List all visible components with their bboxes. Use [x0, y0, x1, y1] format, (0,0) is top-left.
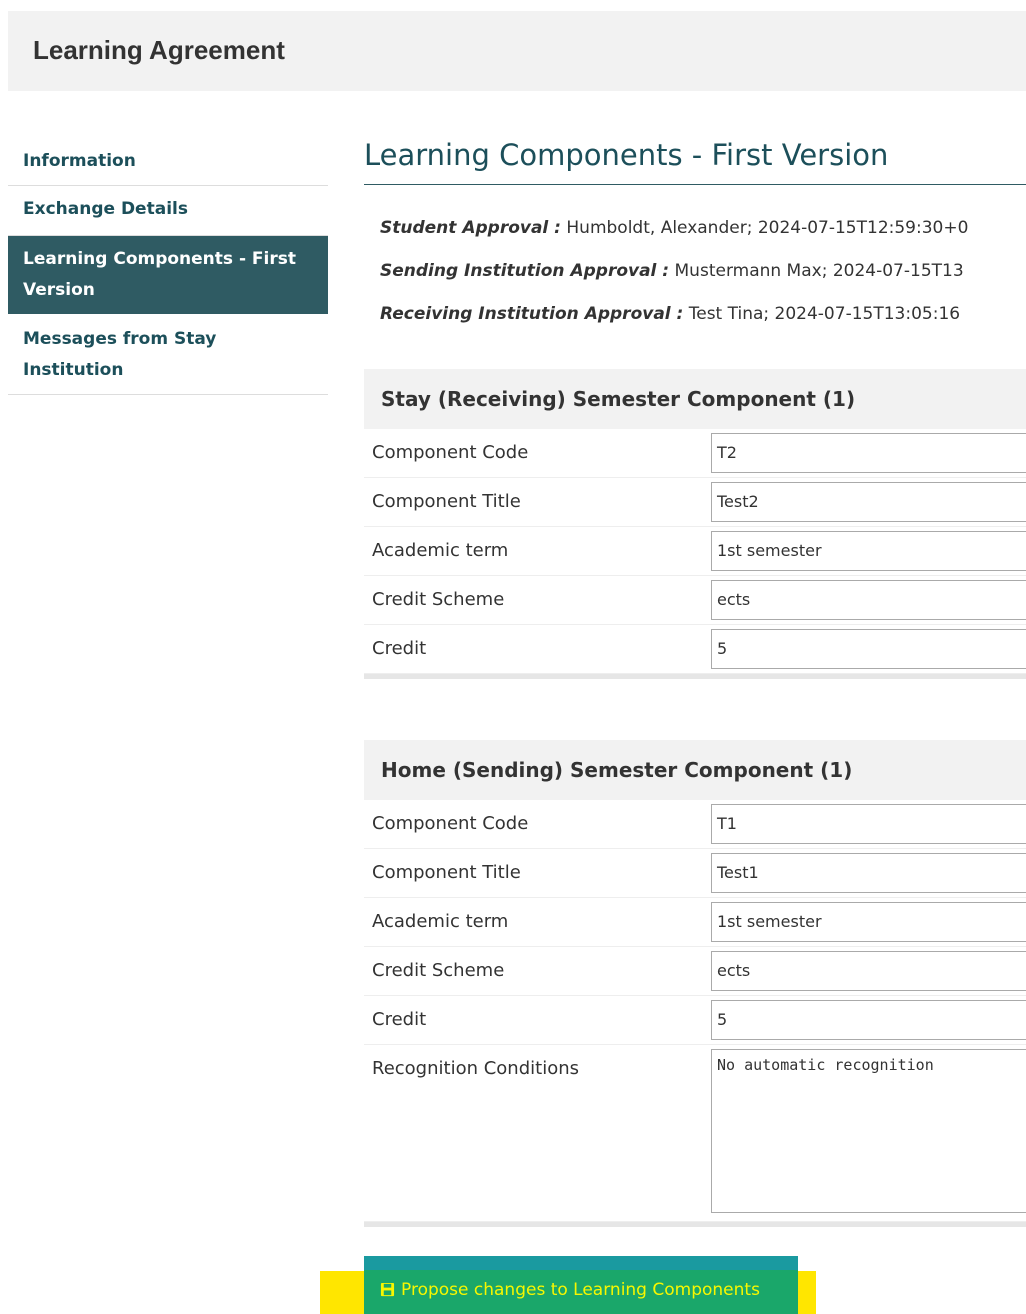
- approval-value: Humboldt, Alexander; 2024-07-15T12:59:30…: [566, 218, 969, 238]
- section-title: Learning Components - First Version: [364, 130, 1026, 185]
- table-row: Credit 5: [364, 996, 1026, 1045]
- field-label: Academic term: [372, 540, 509, 561]
- learning-agreement-page: Learning Agreement Information Exchange …: [0, 0, 1026, 1314]
- approval-label: Student Approval :: [380, 218, 561, 238]
- credit-field[interactable]: 5: [711, 1000, 1026, 1040]
- field-label: Credit Scheme: [372, 589, 505, 610]
- sidebar-item-learning-components[interactable]: Learning Components - First Version: [8, 236, 328, 314]
- sidebar-item-messages[interactable]: Messages from Stay Institution: [8, 314, 328, 395]
- component-code-field[interactable]: T1: [711, 804, 1026, 844]
- panel-heading: Stay (Receiving) Semester Component (1): [364, 369, 1026, 429]
- field-label: Component Title: [372, 491, 521, 512]
- panel-heading: Home (Sending) Semester Component (1): [364, 740, 1026, 800]
- academic-term-field[interactable]: 1st semester: [711, 902, 1026, 942]
- component-title-field[interactable]: Test2: [711, 482, 1026, 522]
- propose-button-label: Propose changes to Learning Components: [401, 1280, 760, 1300]
- home-component-panel: Home (Sending) Semester Component (1) Co…: [364, 740, 1026, 1227]
- field-label: Credit Scheme: [372, 960, 505, 981]
- table-row: Component Title Test2: [364, 478, 1026, 527]
- field-label: Component Code: [372, 442, 529, 463]
- field-label: Recognition Conditions: [372, 1058, 579, 1079]
- main-content: Learning Components - First Version Stud…: [364, 130, 1026, 342]
- table-row: Credit 5: [364, 625, 1026, 674]
- recognition-conditions-textarea[interactable]: No automatic recognition: [711, 1049, 1026, 1213]
- page-title: Learning Agreement: [33, 35, 285, 65]
- table-row: Academic term 1st semester: [364, 898, 1026, 947]
- table-row: Credit Scheme ects: [364, 947, 1026, 996]
- field-label: Component Code: [372, 813, 529, 834]
- component-title-field[interactable]: Test1: [711, 853, 1026, 893]
- receiving-institution-approval: Receiving Institution Approval : Test Ti…: [380, 299, 1026, 342]
- credit-scheme-field[interactable]: ects: [711, 951, 1026, 991]
- table-row: Component Code T1: [364, 800, 1026, 849]
- page-header: Learning Agreement: [8, 11, 1026, 91]
- table-row: Recognition Conditions No automatic reco…: [364, 1045, 1026, 1222]
- table-row: Component Title Test1: [364, 849, 1026, 898]
- table-row: Component Code T2: [364, 429, 1026, 478]
- approval-label: Receiving Institution Approval :: [380, 304, 684, 324]
- propose-changes-button[interactable]: Propose changes to Learning Components: [364, 1256, 798, 1314]
- table-row: Academic term 1st semester: [364, 527, 1026, 576]
- approval-value: Test Tina; 2024-07-15T13:05:16: [688, 304, 961, 324]
- credit-scheme-field[interactable]: ects: [711, 580, 1026, 620]
- field-label: Credit: [372, 1009, 427, 1030]
- approval-value: Mustermann Max; 2024-07-15T13: [674, 261, 964, 281]
- field-label: Academic term: [372, 911, 509, 932]
- field-label: Credit: [372, 638, 427, 659]
- table-row: Credit Scheme ects: [364, 576, 1026, 625]
- academic-term-field[interactable]: 1st semester: [711, 531, 1026, 571]
- save-icon: [380, 1272, 395, 1312]
- sidebar-item-information[interactable]: Information: [8, 138, 328, 186]
- credit-field[interactable]: 5: [711, 629, 1026, 669]
- student-approval: Student Approval : Humboldt, Alexander; …: [380, 213, 1026, 256]
- sidebar-item-exchange-details[interactable]: Exchange Details: [8, 186, 328, 236]
- field-label: Component Title: [372, 862, 521, 883]
- sidebar-nav: Information Exchange Details Learning Co…: [8, 138, 328, 395]
- component-code-field[interactable]: T2: [711, 433, 1026, 473]
- approval-label: Sending Institution Approval :: [380, 261, 670, 281]
- sending-institution-approval: Sending Institution Approval : Musterman…: [380, 256, 1026, 299]
- stay-component-panel: Stay (Receiving) Semester Component (1) …: [364, 369, 1026, 679]
- approvals-list: Student Approval : Humboldt, Alexander; …: [364, 213, 1026, 342]
